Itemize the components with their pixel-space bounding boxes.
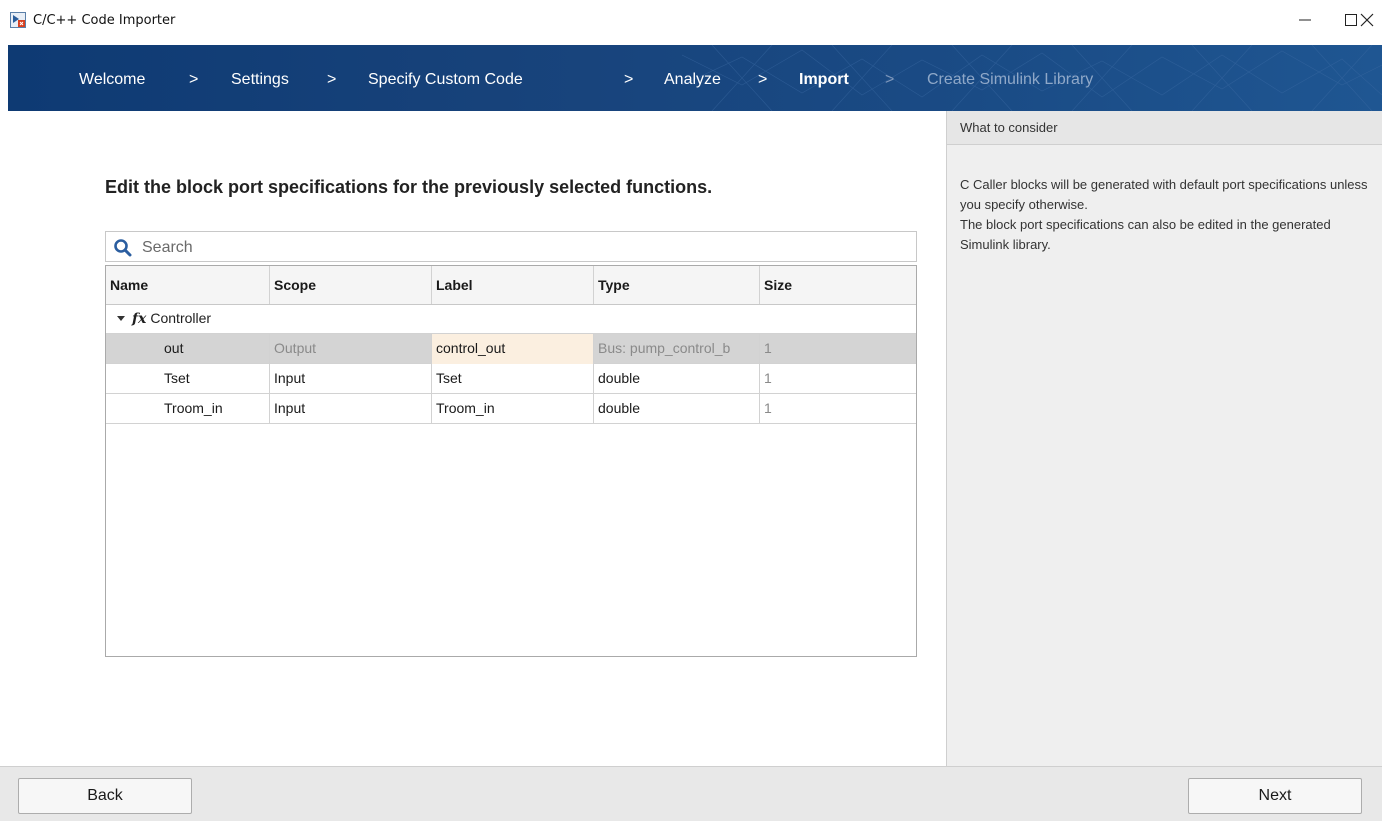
cell-size[interactable]: 1 [760, 334, 916, 364]
table-row[interactable]: Tset Input Tset double 1 [106, 364, 916, 394]
app-icon [10, 12, 26, 28]
column-header-name[interactable]: Name [106, 266, 270, 304]
cell-type[interactable]: double [594, 364, 760, 394]
search-input[interactable] [140, 235, 904, 260]
cell-label[interactable]: Tset [432, 364, 594, 394]
cell-label-editing[interactable]: control_out [432, 334, 594, 364]
column-header-scope[interactable]: Scope [270, 266, 432, 304]
breadcrumb-settings[interactable]: Settings [231, 71, 289, 89]
function-name: Controller [150, 310, 212, 326]
cell-scope[interactable]: Output [270, 334, 432, 364]
breadcrumb-separator: > [885, 71, 895, 88]
side-panel-header: What to consider [947, 111, 1382, 145]
search-box[interactable] [105, 231, 917, 262]
side-panel-title: What to consider [960, 120, 1058, 135]
window-title: C/C++ Code Importer [33, 13, 176, 28]
breadcrumb-welcome[interactable]: Welcome [79, 71, 145, 89]
breadcrumb-create-simulink-library: Create Simulink Library [927, 71, 1094, 88]
breadcrumb-separator: > [327, 71, 337, 88]
page-heading: Edit the block port specifications for t… [105, 177, 713, 197]
column-header-label[interactable]: Label [432, 266, 594, 304]
back-button[interactable]: Back [18, 778, 192, 814]
breadcrumb-analyze[interactable]: Analyze [664, 71, 721, 89]
cell-type[interactable]: Bus: pump_control_b [594, 334, 760, 364]
group-label: fx Controller [116, 304, 211, 334]
close-button[interactable] [1352, 0, 1382, 40]
cell-scope[interactable]: Input [270, 364, 432, 394]
breadcrumb-separator: > [624, 71, 634, 88]
side-panel-paragraph: C Caller blocks will be generated with d… [960, 177, 1368, 212]
cell-name: out [106, 334, 270, 364]
column-header-type[interactable]: Type [594, 266, 760, 304]
importer-window: C/C++ Code Importer Welcome > Settings >… [0, 0, 1382, 821]
footer-bar: Back Next [0, 766, 1382, 821]
breadcrumb-separator: > [189, 71, 199, 88]
search-icon [113, 238, 133, 261]
function-group-row[interactable]: fx Controller [106, 304, 916, 334]
close-icon [1360, 13, 1374, 27]
side-panel-paragraph: The block port specifications can also b… [960, 217, 1331, 252]
cell-size[interactable]: 1 [760, 394, 916, 424]
table-row[interactable]: out Output control_out Bus: pump_control… [106, 334, 916, 364]
main-content: Edit the block port specifications for t… [8, 111, 946, 766]
next-button[interactable]: Next [1188, 778, 1362, 814]
expand-arrow-icon[interactable] [116, 313, 126, 323]
breadcrumb-specify-custom-code[interactable]: Specify Custom Code [368, 71, 523, 89]
cell-scope[interactable]: Input [270, 394, 432, 424]
cell-label[interactable]: Troom_in [432, 394, 594, 424]
minimize-button[interactable] [1282, 0, 1328, 40]
what-to-consider-panel: What to consider C Caller blocks will be… [946, 111, 1382, 766]
cell-size[interactable]: 1 [760, 364, 916, 394]
breadcrumb-separator: > [758, 71, 768, 88]
side-panel-text: C Caller blocks will be generated with d… [960, 175, 1370, 255]
column-header-size[interactable]: Size [760, 266, 916, 304]
cell-name: Tset [106, 364, 270, 394]
wizard-header: Welcome > Settings > Specify Custom Code… [8, 45, 1382, 111]
table-row[interactable]: Troom_in Input Troom_in double 1 [106, 394, 916, 424]
cell-type[interactable]: double [594, 394, 760, 424]
table-header: Name Scope Label Type Size [106, 266, 916, 305]
cell-name: Troom_in [106, 394, 270, 424]
minimize-icon [1299, 19, 1311, 21]
breadcrumb-import[interactable]: Import [799, 71, 849, 89]
port-spec-table: Name Scope Label Type Size fx Controller … [105, 265, 917, 657]
function-icon: fx [132, 311, 147, 327]
title-bar: C/C++ Code Importer [0, 0, 1382, 45]
